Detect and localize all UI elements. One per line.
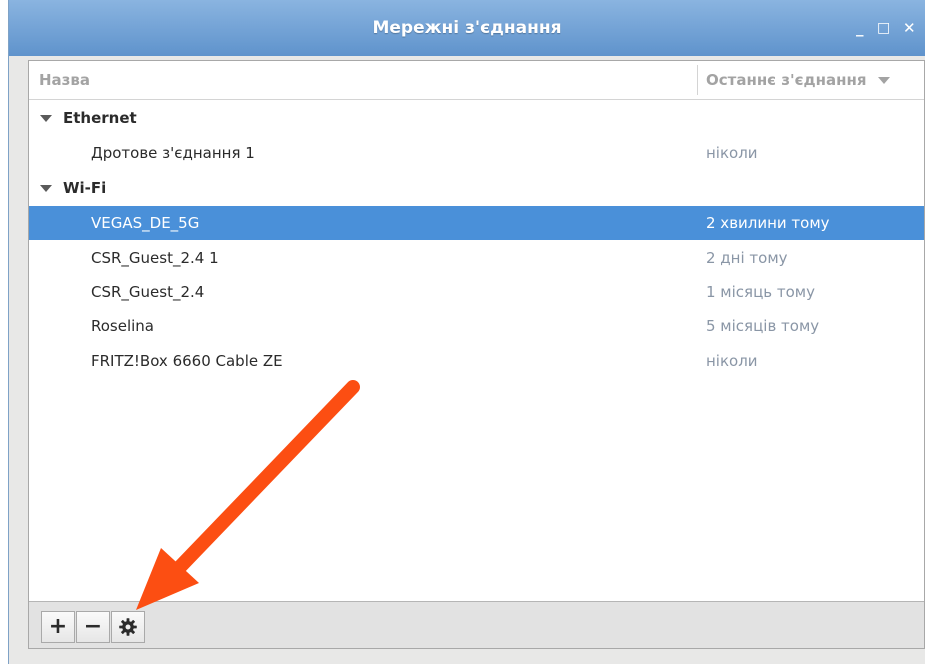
connection-name: Roselina [91, 317, 155, 335]
connection-name: FRITZ!Box 6660 Cable ZE [91, 352, 283, 370]
group-label: Wi-Fi [63, 179, 107, 197]
connection-row[interactable]: FRITZ!Box 6660 Cable ZE ніколи [29, 344, 924, 378]
connection-name: CSR_Guest_2.4 [91, 283, 205, 301]
connection-last-used: 1 місяць тому [706, 283, 815, 301]
group-label: Ethernet [63, 109, 137, 127]
group-row-wifi[interactable]: Wi-Fi [29, 171, 924, 205]
column-header-last-connection[interactable]: Останнє з'єднання [706, 61, 890, 99]
add-connection-button[interactable]: + [41, 611, 75, 643]
edit-connection-button[interactable] [111, 611, 145, 643]
connection-name: CSR_Guest_2.4 1 [91, 249, 219, 267]
window-title: Мережні з'єднання [372, 18, 562, 38]
connection-last-used: ніколи [706, 144, 758, 162]
connection-row[interactable]: Roselina 5 місяців тому [29, 309, 924, 343]
column-separator [697, 65, 698, 95]
connection-name: Дротове з'єднання 1 [91, 144, 255, 162]
connection-row[interactable]: Дротове з'єднання 1 ніколи [29, 136, 924, 170]
connection-row-selected[interactable]: VEGAS_DE_5G 2 хвилини тому [29, 206, 924, 240]
connection-last-used: ніколи [706, 352, 758, 370]
expand-triangle-icon[interactable] [40, 185, 52, 192]
connection-name: VEGAS_DE_5G [91, 214, 200, 232]
connection-row[interactable]: CSR_Guest_2.4 1 місяць тому [29, 275, 924, 309]
connection-last-used: 5 місяців тому [706, 317, 820, 335]
minimize-button[interactable]: _ [856, 0, 864, 56]
network-connections-window: Мережні з'єднання _ □ ✕ Назва Останнє з'… [8, 0, 925, 664]
column-header-name[interactable]: Назва [39, 61, 90, 99]
connections-panel: Назва Останнє з'єднання Ethernet Дротове… [28, 60, 925, 649]
close-button[interactable]: ✕ [903, 0, 916, 56]
bottom-toolbar: + − [29, 601, 924, 648]
remove-connection-button[interactable]: − [76, 611, 110, 643]
sort-descending-icon [877, 77, 890, 84]
connection-last-used: 2 дні тому [706, 249, 788, 267]
titlebar[interactable]: Мережні з'єднання _ □ ✕ [9, 0, 925, 56]
column-header-last-connection-label: Останнє з'єднання [706, 71, 867, 89]
group-row-ethernet[interactable]: Ethernet [29, 101, 924, 135]
maximize-button[interactable]: □ [877, 0, 890, 56]
gear-icon [119, 618, 137, 636]
table-header: Назва Останнє з'єднання [29, 61, 924, 100]
connection-row[interactable]: CSR_Guest_2.4 1 2 дні тому [29, 241, 924, 275]
expand-triangle-icon[interactable] [40, 115, 52, 122]
connection-last-used: 2 хвилини тому [706, 214, 830, 232]
